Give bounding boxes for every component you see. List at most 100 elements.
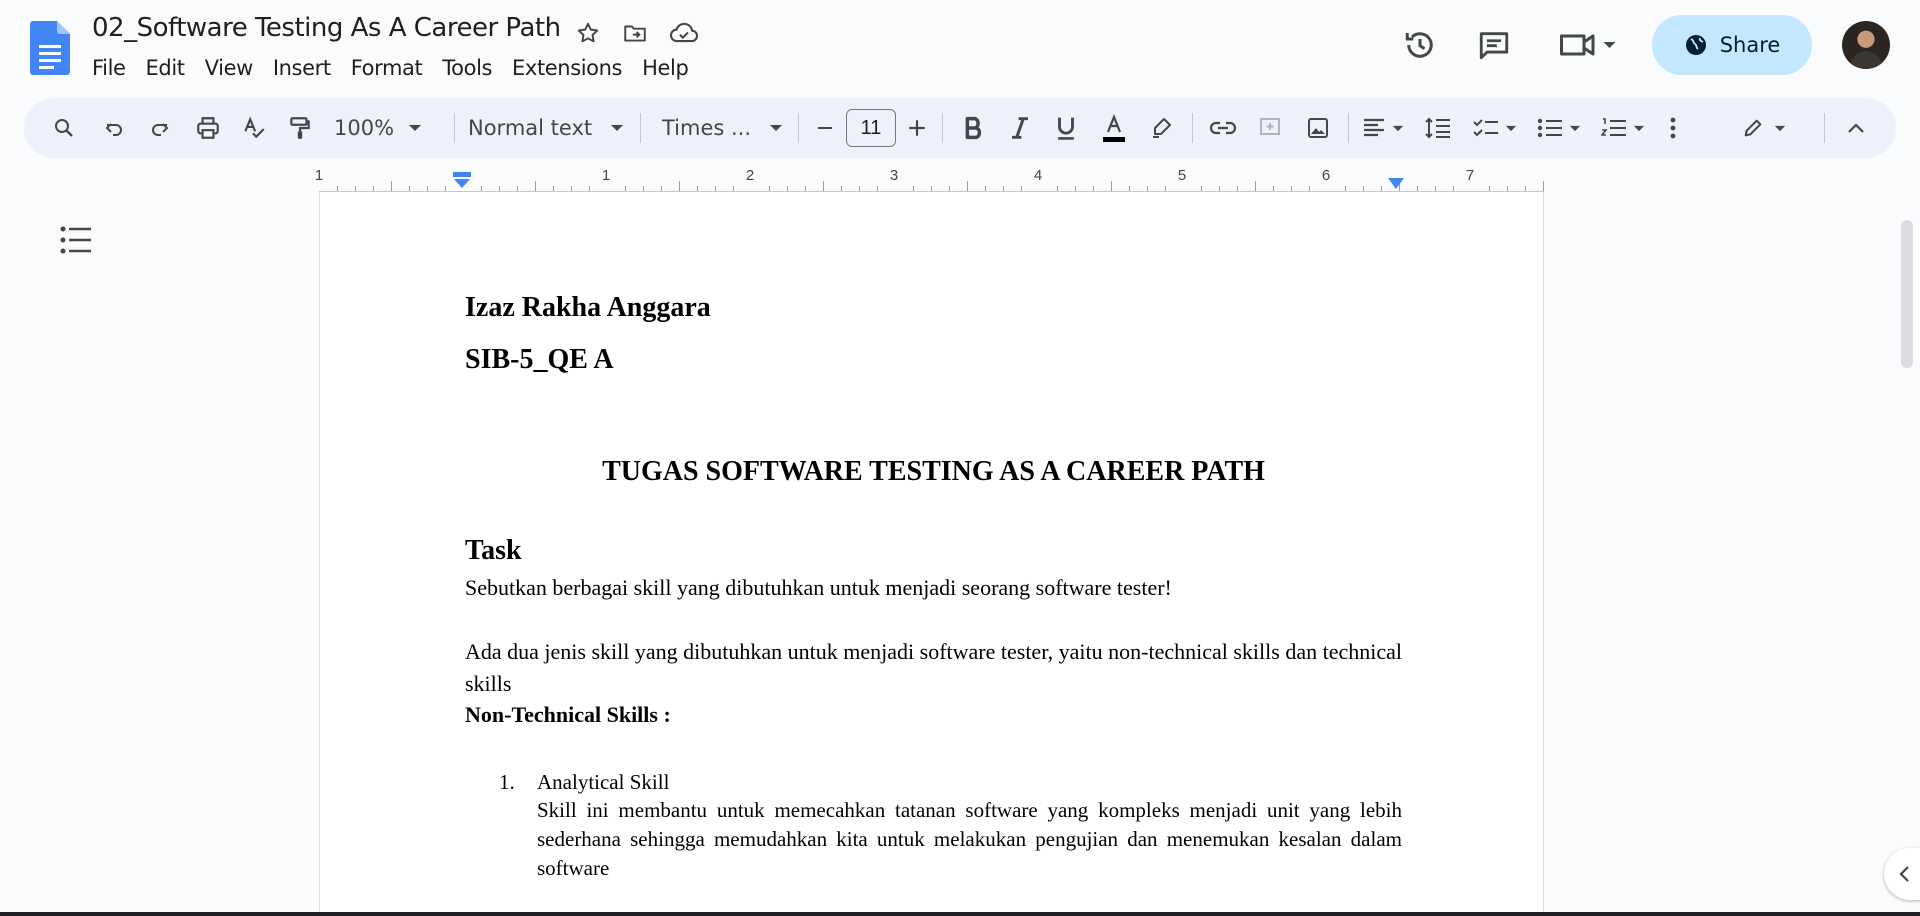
divider — [454, 113, 455, 143]
menu-file[interactable]: File — [82, 54, 136, 82]
print-icon[interactable] — [188, 98, 228, 158]
google-docs-logo-icon[interactable] — [30, 21, 70, 75]
ruler-tick — [625, 186, 626, 191]
chevron-down-icon — [409, 125, 422, 131]
comment-icon[interactable] — [1474, 25, 1514, 65]
divider — [798, 113, 799, 143]
ruler-tick — [571, 186, 572, 191]
highlight-color-icon[interactable] — [1142, 98, 1182, 158]
ruler-tick — [1165, 186, 1166, 191]
search-menus-icon[interactable] — [44, 98, 84, 158]
list-item-title: Analytical Skill — [537, 770, 670, 794]
increase-font-size-icon[interactable] — [902, 98, 932, 158]
redo-icon[interactable] — [140, 98, 180, 158]
spellcheck-icon[interactable] — [234, 98, 274, 158]
folder-move-icon[interactable] — [620, 18, 650, 48]
underline-icon[interactable] — [1046, 98, 1086, 158]
ruler-tick — [1363, 186, 1364, 191]
decrease-font-size-icon[interactable] — [810, 98, 840, 158]
ruler-tick — [859, 186, 860, 191]
ruler-tick — [1057, 186, 1058, 191]
insert-link-icon[interactable] — [1202, 98, 1244, 158]
bold-icon[interactable] — [954, 98, 994, 158]
left-indent-marker-icon[interactable] — [452, 171, 472, 191]
ruler-tick — [1021, 186, 1022, 191]
document-title[interactable]: 02_Software Testing As A Career Path — [92, 13, 561, 43]
menu-format[interactable]: Format — [341, 54, 433, 82]
more-options-icon[interactable] — [1658, 98, 1688, 158]
ruler-tick — [1435, 186, 1436, 191]
menu-help[interactable]: Help — [632, 54, 698, 82]
menu-view[interactable]: View — [195, 54, 263, 82]
document-page[interactable]: Izaz Rakha Anggara SIB-5_QE A TUGAS SOFT… — [319, 192, 1544, 916]
video-camera-icon[interactable] — [1552, 25, 1622, 65]
ruler-tick — [733, 186, 734, 191]
menu-extensions[interactable]: Extensions — [502, 54, 632, 82]
divider — [1348, 113, 1349, 143]
checklist-select[interactable] — [1468, 98, 1522, 158]
ruler-number: 2 — [745, 167, 755, 184]
editing-mode-select[interactable] — [1734, 98, 1794, 158]
right-indent-marker-icon[interactable] — [1386, 177, 1406, 191]
chevron-down-icon — [1392, 125, 1404, 131]
star-icon[interactable] — [573, 18, 603, 48]
history-icon[interactable] — [1400, 25, 1440, 65]
ruler-tick — [805, 186, 806, 191]
list-item-body: Skill ini membantu untuk memecahkan tata… — [537, 798, 1402, 880]
document-outline-icon[interactable] — [60, 226, 92, 254]
ruler-tick — [1255, 181, 1256, 191]
avatar[interactable] — [1842, 21, 1890, 69]
ruler-tick — [337, 186, 338, 191]
add-comment-icon[interactable] — [1250, 98, 1290, 158]
ruler-tick — [391, 181, 392, 191]
menu-bar: File Edit View Insert Format Tools Exten… — [82, 54, 698, 82]
italic-icon[interactable] — [1000, 98, 1040, 158]
font-family-select[interactable]: Times ... — [662, 98, 802, 158]
undo-icon[interactable] — [94, 98, 134, 158]
list-item-number: 1. — [499, 770, 515, 794]
menu-edit[interactable]: Edit — [136, 54, 195, 82]
text-color-icon[interactable] — [1094, 98, 1134, 158]
numbered-list-select[interactable] — [1596, 98, 1650, 158]
scrollbar-thumb[interactable] — [1901, 220, 1913, 368]
ruler-tick — [499, 186, 500, 191]
hide-menus-chevron-up-icon[interactable] — [1836, 98, 1876, 158]
non-technical-skills-heading: Non-Technical Skills : — [465, 702, 671, 727]
menu-tools[interactable]: Tools — [432, 54, 502, 82]
divider — [640, 113, 641, 143]
line-spacing-icon[interactable] — [1418, 98, 1458, 158]
ruler-tick — [517, 186, 518, 191]
font-size-input[interactable]: 11 — [846, 109, 896, 147]
ruler-tick — [913, 186, 914, 191]
ruler-tick — [445, 186, 446, 191]
share-button[interactable]: Share — [1652, 15, 1812, 75]
cloud-saved-icon[interactable] — [669, 18, 699, 48]
divider — [1192, 113, 1193, 143]
paint-format-icon[interactable] — [280, 98, 320, 158]
bulleted-list-select[interactable] — [1532, 98, 1586, 158]
ruler-tick — [589, 186, 590, 191]
ruler-number: 3 — [889, 167, 899, 184]
ruler-tick — [1093, 186, 1094, 191]
ruler-tick — [985, 186, 986, 191]
ruler-tick — [967, 181, 968, 191]
align-select[interactable] — [1358, 98, 1408, 158]
insert-image-icon[interactable] — [1298, 98, 1338, 158]
ruler-tick — [1147, 186, 1148, 191]
ruler-tick — [697, 186, 698, 191]
ruler-tick — [373, 186, 374, 191]
ruler-tick — [1507, 186, 1508, 191]
ruler-tick — [1309, 186, 1310, 191]
ruler-tick — [1489, 186, 1490, 191]
ruler-tick — [535, 181, 536, 191]
ruler-tick — [1273, 186, 1274, 191]
ruler-tick — [1219, 186, 1220, 191]
ruler-tick — [1543, 181, 1544, 191]
menu-insert[interactable]: Insert — [263, 54, 341, 82]
ruler-tick — [1291, 186, 1292, 191]
paragraph-style-select[interactable]: Normal text — [468, 98, 644, 158]
ruler[interactable]: 1 1 2 3 4 5 6 7 — [315, 165, 1544, 193]
ruler-tick — [1237, 186, 1238, 191]
zoom-select[interactable]: 100% — [334, 98, 444, 158]
answer-paragraph: Ada dua jenis skill yang dibutuhkan untu… — [465, 639, 1402, 696]
